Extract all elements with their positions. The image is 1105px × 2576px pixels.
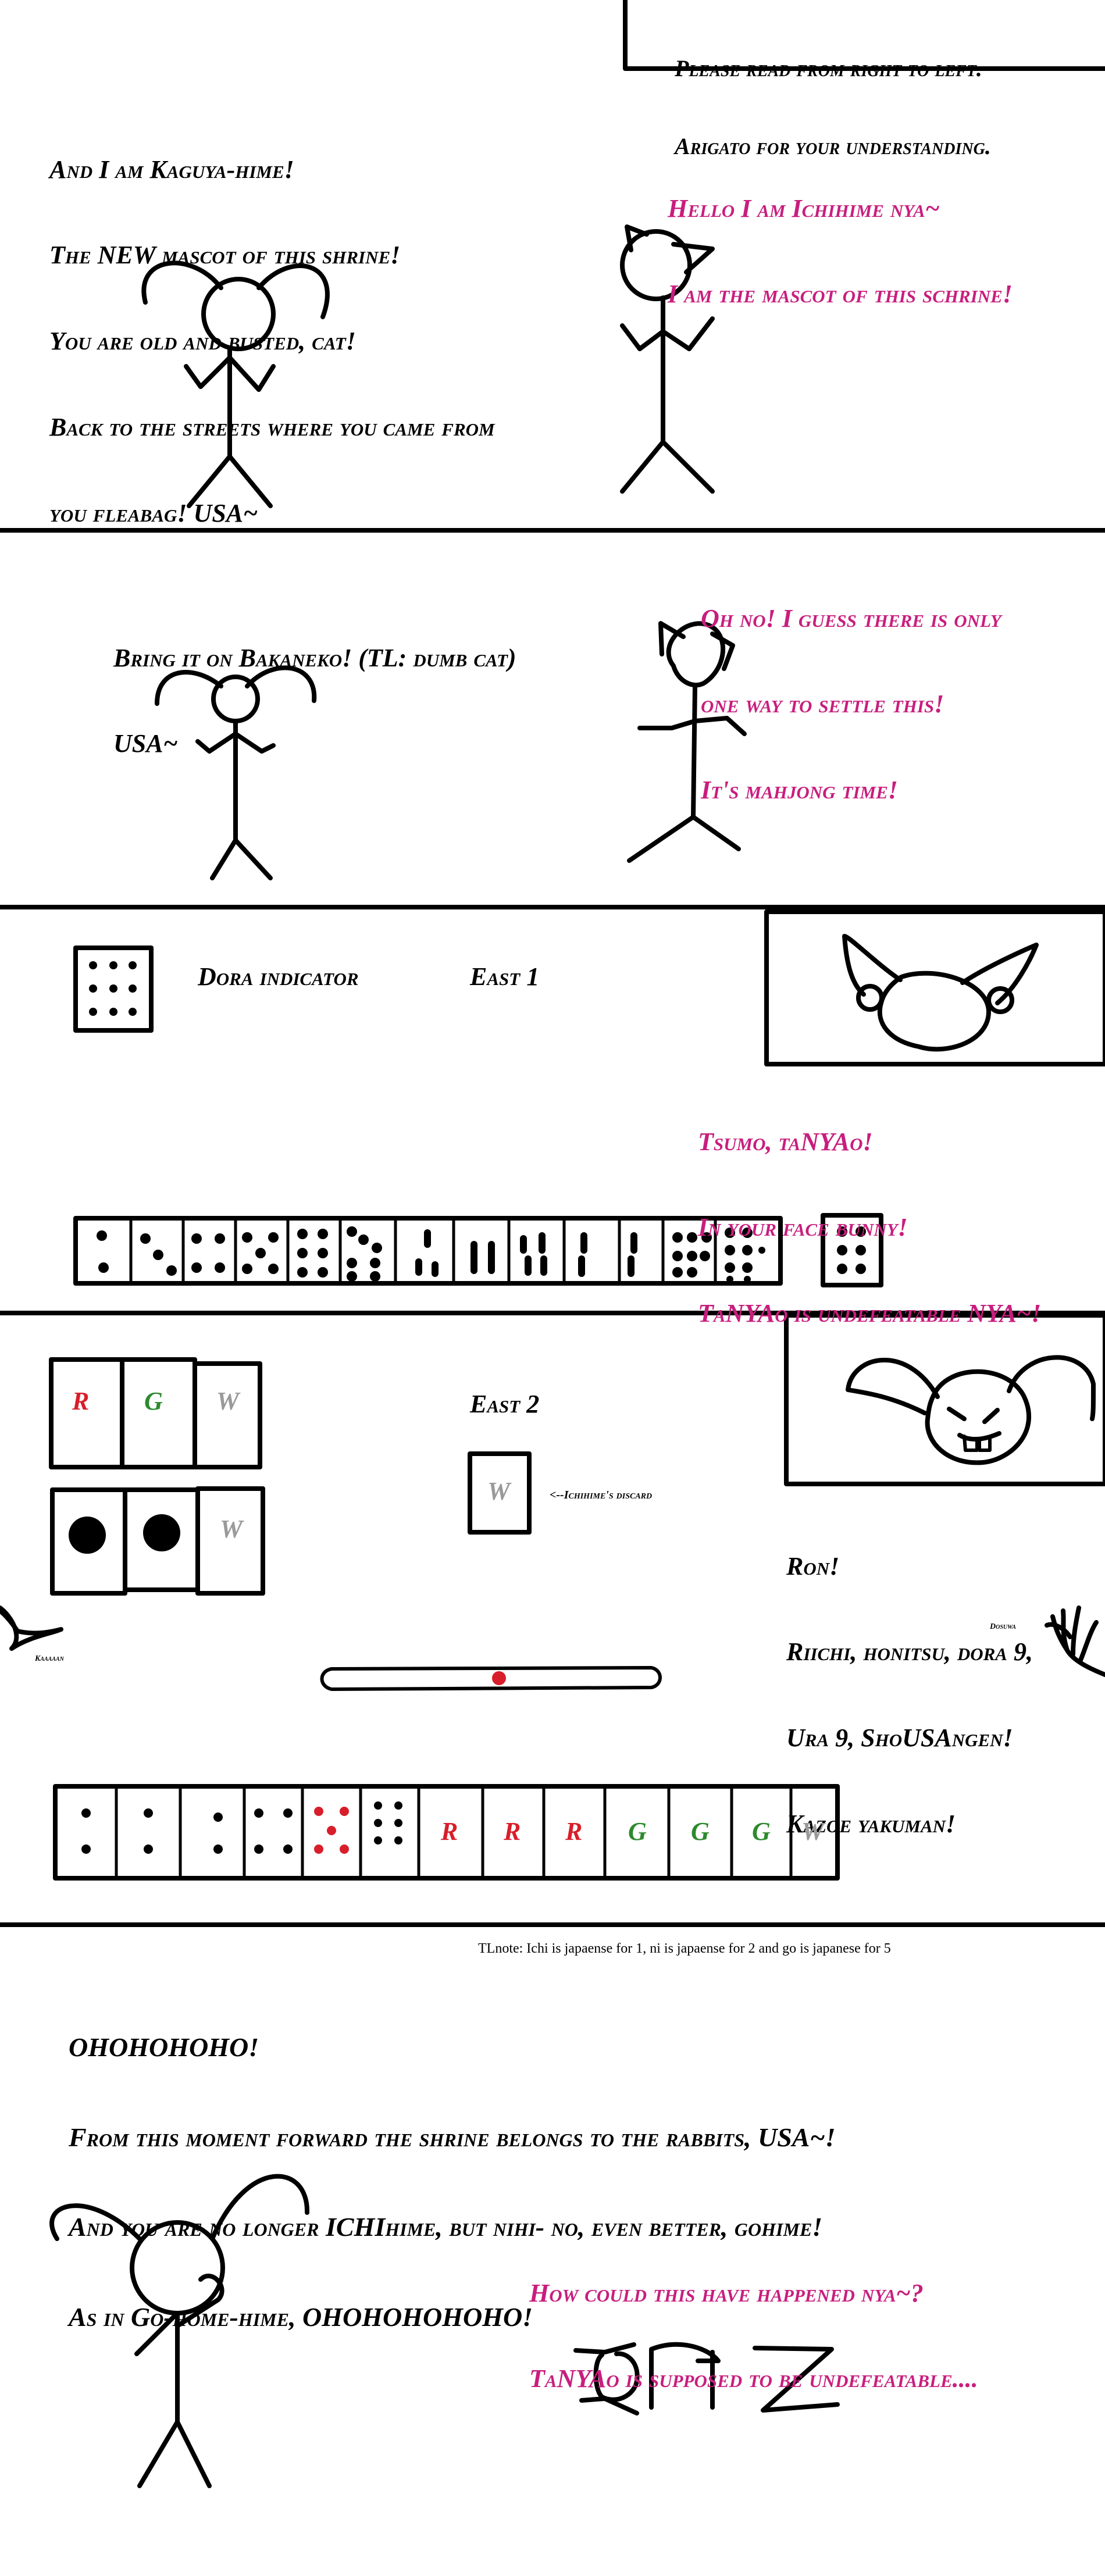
ichihime-speech: How could this have happened nya~? TaNYA…: [529, 2221, 978, 2422]
kaguya-speech: Ron! Riichi, honitsu, dora 9, Ura 9, Sho…: [786, 1494, 1033, 1867]
speech-line: Ron!: [786, 1551, 840, 1580]
speech-line: one way to settle this!: [701, 690, 944, 719]
speech-line: Ura 9, ShoUSAngen!: [786, 1724, 1013, 1753]
riichi-stick: [320, 1666, 662, 1691]
speech-line: Bring it on Bakaneko! (TL: dumb cat): [113, 643, 516, 672]
hand-tile-red: R: [565, 1817, 583, 1846]
dora-label: Dora indicator: [198, 962, 359, 991]
hand-tile-red: R: [504, 1817, 521, 1846]
discard-annotation: <--Ichihime's discard: [550, 1489, 653, 1501]
tile-white-dragon: W: [220, 1515, 243, 1543]
sfx-kaaaaan: Kaaaaan: [35, 1654, 64, 1663]
speech-line: From this moment forward the shrine belo…: [69, 2122, 836, 2152]
round-label: East 2: [470, 1390, 540, 1418]
tl-note: TLnote: Ichi is japaense for 1, ni is ja…: [478, 1941, 891, 1956]
ichihime-face: [842, 934, 1039, 1052]
speech-line: USA~: [113, 729, 178, 758]
round-label: East 1: [470, 962, 540, 991]
tile-red-dragon: R: [72, 1387, 90, 1415]
discard-tile-label: W: [487, 1477, 511, 1505]
speech-line: You are old and busted, cat!: [49, 327, 356, 356]
speech-line: How could this have happened nya~?: [529, 2278, 924, 2307]
speech-line: Riichi, honitsu, dora 9,: [786, 1637, 1033, 1667]
speech-line: The NEW mascot of this shrine!: [49, 241, 401, 270]
speech-line: It's mahjong time!: [701, 776, 898, 805]
speech-line: Back to the streets where you came from: [49, 412, 495, 441]
hand-tile-green: G: [628, 1817, 647, 1846]
hand-tile-white: W: [801, 1817, 825, 1846]
hand-tile-red: R: [441, 1817, 458, 1846]
speech-line: I am the mascot of this schrine!: [668, 280, 1013, 309]
ichihime-ear: [0, 1605, 63, 1651]
speech-line: Tsumo, taNYAo!: [698, 1127, 873, 1156]
ichihime-speech: Tsumo, taNYAo! In your face bunny! TaNYA…: [698, 1070, 1041, 1357]
speech-line: In your face bunny!: [698, 1213, 908, 1242]
tile-green-dragon: G: [144, 1387, 163, 1415]
speech-line: TaNYAo is undefeatable NYA~!: [698, 1299, 1042, 1328]
kaguya-hand: [1045, 1605, 1105, 1677]
inset-panel-ichihime: [764, 909, 1105, 1066]
tile-white-dragon: W: [216, 1387, 240, 1415]
speech-line: Hello I am Ichihime nya~: [668, 194, 940, 223]
ichihime-speech: Oh no! I guess there is only one way to …: [701, 547, 1001, 833]
hand-tile-green: G: [752, 1817, 771, 1846]
speech-line: OHOHOHOHO!: [69, 2032, 259, 2063]
speech-line: TaNYAo is supposed to be undefeatable...…: [529, 2364, 978, 2393]
speech-line: And I am Kaguya-hime!: [49, 155, 294, 184]
ichihime-speech: Hello I am Ichihime nya~ I am the mascot…: [668, 137, 1013, 337]
hand-tile-green: G: [691, 1817, 710, 1846]
kaguya-speech: And I am Kaguya-hime! The NEW mascot of …: [49, 98, 495, 556]
note-line: Please read from right to left.: [675, 55, 982, 81]
kaguya-speech: Bring it on Bakaneko! (TL: dumb cat) USA…: [113, 586, 516, 787]
kaguya-face: [846, 1355, 1096, 1465]
speech-line: Oh no! I guess there is only: [701, 604, 1001, 633]
speech-line: you fleabag! USA~: [49, 498, 258, 527]
sfx-dosuwa: Dosuwa: [990, 1622, 1016, 1631]
